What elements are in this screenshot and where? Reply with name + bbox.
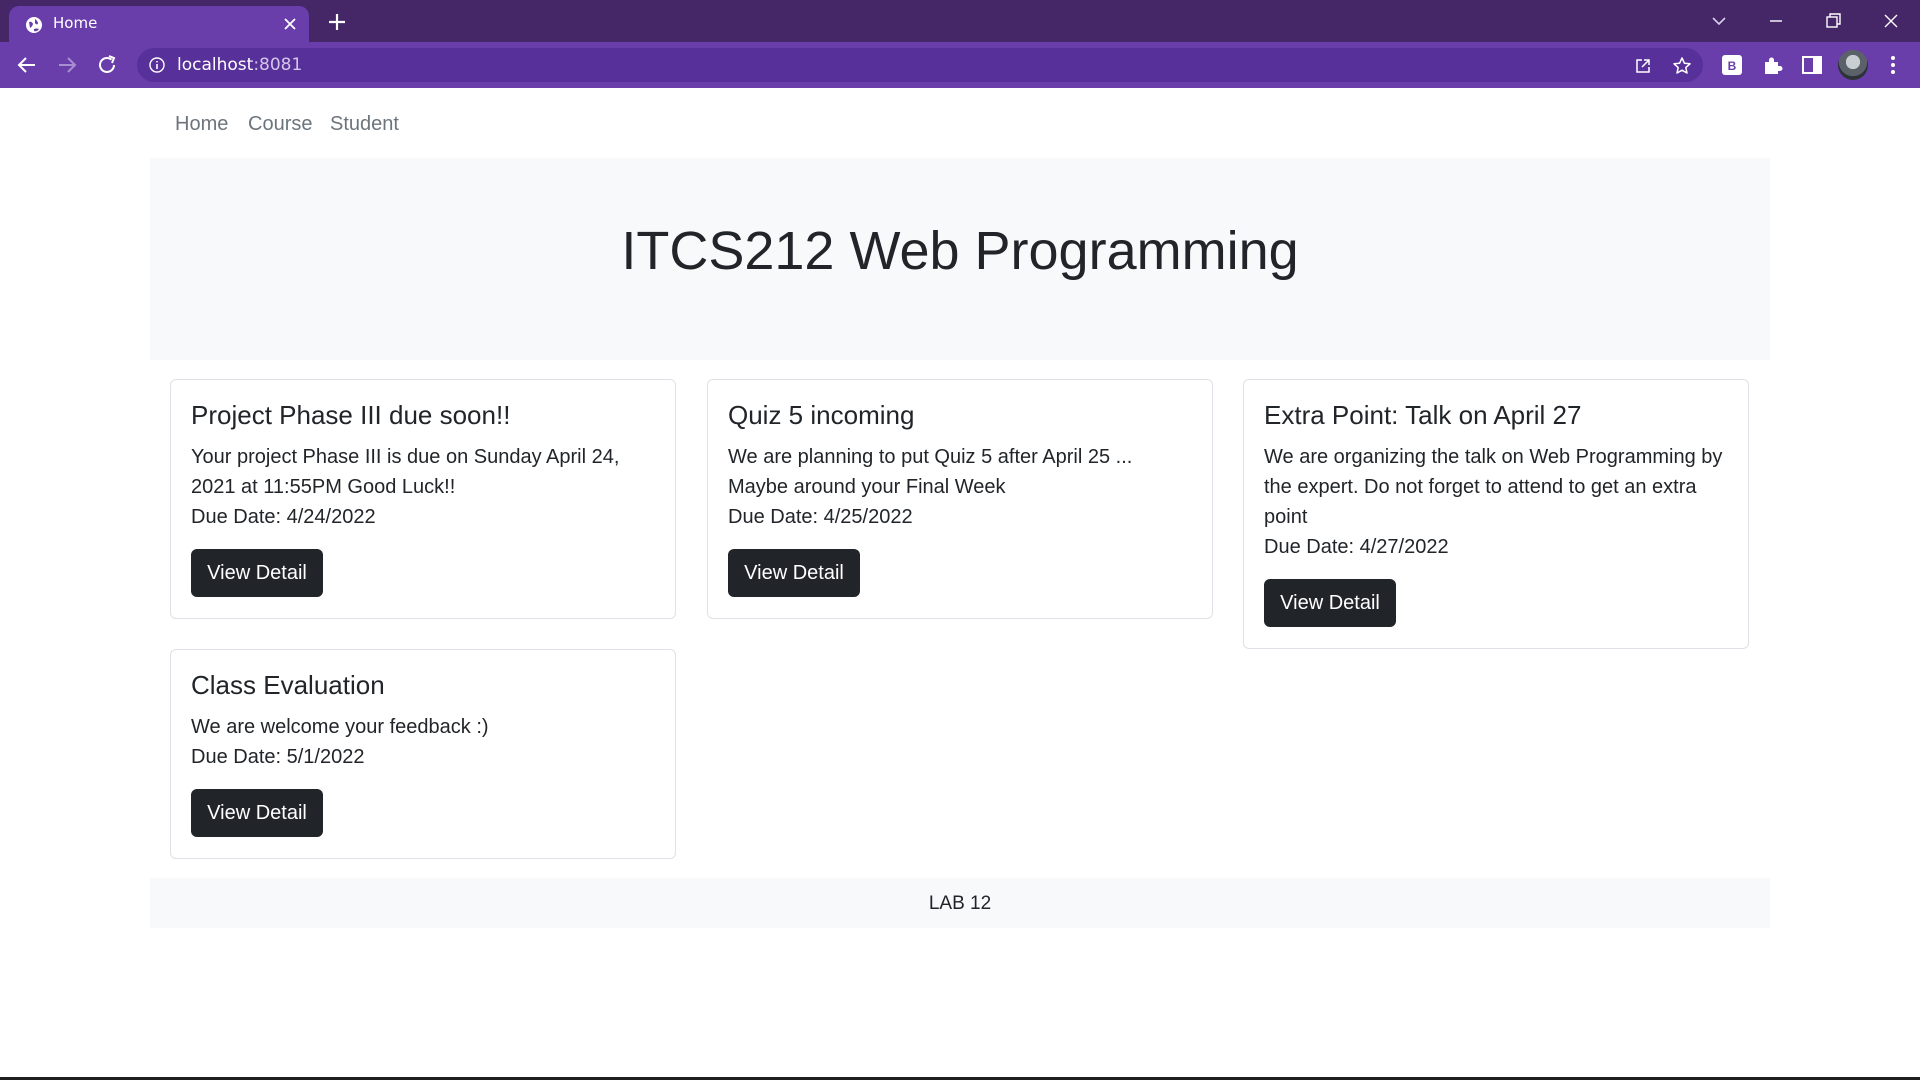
card-description: We are planning to put Quiz 5 after Apri… (728, 446, 1133, 498)
view-detail-button[interactable]: View Detail (191, 789, 323, 837)
bookmark-star-icon[interactable] (1672, 56, 1692, 76)
nav-link-course[interactable]: Course (248, 113, 312, 136)
card-title: Project Phase III due soon!! (191, 400, 511, 430)
hero-banner: ITCS212 Web Programming (150, 158, 1770, 360)
page-title: ITCS212 Web Programming (621, 221, 1299, 281)
site-info-icon[interactable] (149, 57, 165, 73)
card-due-date: Due Date: 4/27/2022 (1264, 536, 1449, 558)
announcement-card: Class Evaluation We are welcome your fee… (170, 649, 676, 859)
card-due-date: Due Date: 4/25/2022 (728, 506, 913, 528)
browser-tab-strip: Home (0, 0, 1920, 42)
card-body: We are planning to put Quiz 5 after Apri… (728, 442, 1194, 532)
nav-link-home[interactable]: Home (175, 113, 228, 136)
url-port: :8081 (253, 55, 303, 75)
card-description: Your project Phase III is due on Sunday … (191, 446, 620, 498)
announcement-card: Project Phase III due soon!! Your projec… (170, 379, 676, 619)
view-detail-button[interactable]: View Detail (1264, 579, 1396, 627)
browser-tab-home[interactable]: Home (9, 6, 309, 42)
tab-close-icon[interactable] (281, 15, 299, 33)
forward-icon[interactable] (55, 53, 79, 77)
url-host: localhost (177, 55, 254, 75)
browser-toolbar: localhost:8081 B (0, 42, 1920, 88)
nav-link-student[interactable]: Student (330, 113, 399, 136)
card-due-date: Due Date: 4/24/2022 (191, 506, 376, 528)
card-description: We are welcome your feedback :) (191, 716, 489, 738)
view-detail-button[interactable]: View Detail (191, 549, 323, 597)
svg-text:B: B (1728, 59, 1737, 73)
card-due-date: Due Date: 5/1/2022 (191, 746, 365, 768)
page-footer: LAB 12 (150, 878, 1770, 928)
announcement-card: Extra Point: Talk on April 27 We are org… (1243, 379, 1749, 649)
card-title: Quiz 5 incoming (728, 400, 915, 430)
url-text[interactable]: localhost:8081 (177, 55, 302, 75)
globe-icon (26, 17, 42, 33)
card-title: Class Evaluation (191, 670, 385, 700)
restore-icon[interactable] (1820, 8, 1846, 34)
tab-title: Home (53, 14, 98, 32)
side-panel-icon[interactable] (1800, 53, 1824, 77)
reload-icon[interactable] (95, 53, 119, 77)
profile-avatar[interactable] (1838, 50, 1868, 80)
extension-b-icon[interactable]: B (1720, 53, 1744, 77)
announcement-card: Quiz 5 incoming We are planning to put Q… (707, 379, 1213, 619)
view-detail-button[interactable]: View Detail (728, 549, 860, 597)
more-menu-icon[interactable] (1881, 53, 1905, 77)
window-close-icon[interactable] (1878, 8, 1904, 34)
minimize-icon[interactable] (1763, 8, 1789, 34)
address-bar[interactable]: localhost:8081 (137, 48, 1703, 82)
new-tab-icon[interactable] (326, 11, 348, 33)
card-description: We are organizing the talk on Web Progra… (1264, 446, 1723, 528)
card-body: We are welcome your feedback :) Due Date… (191, 712, 657, 772)
card-title: Extra Point: Talk on April 27 (1264, 400, 1582, 430)
card-body: Your project Phase III is due on Sunday … (191, 442, 657, 532)
footer-text: LAB 12 (928, 893, 992, 914)
back-icon[interactable] (15, 53, 39, 77)
extensions-puzzle-icon[interactable] (1761, 53, 1785, 77)
tab-search-icon[interactable] (1706, 8, 1732, 34)
share-icon[interactable] (1633, 56, 1653, 76)
card-body: We are organizing the talk on Web Progra… (1264, 442, 1730, 562)
